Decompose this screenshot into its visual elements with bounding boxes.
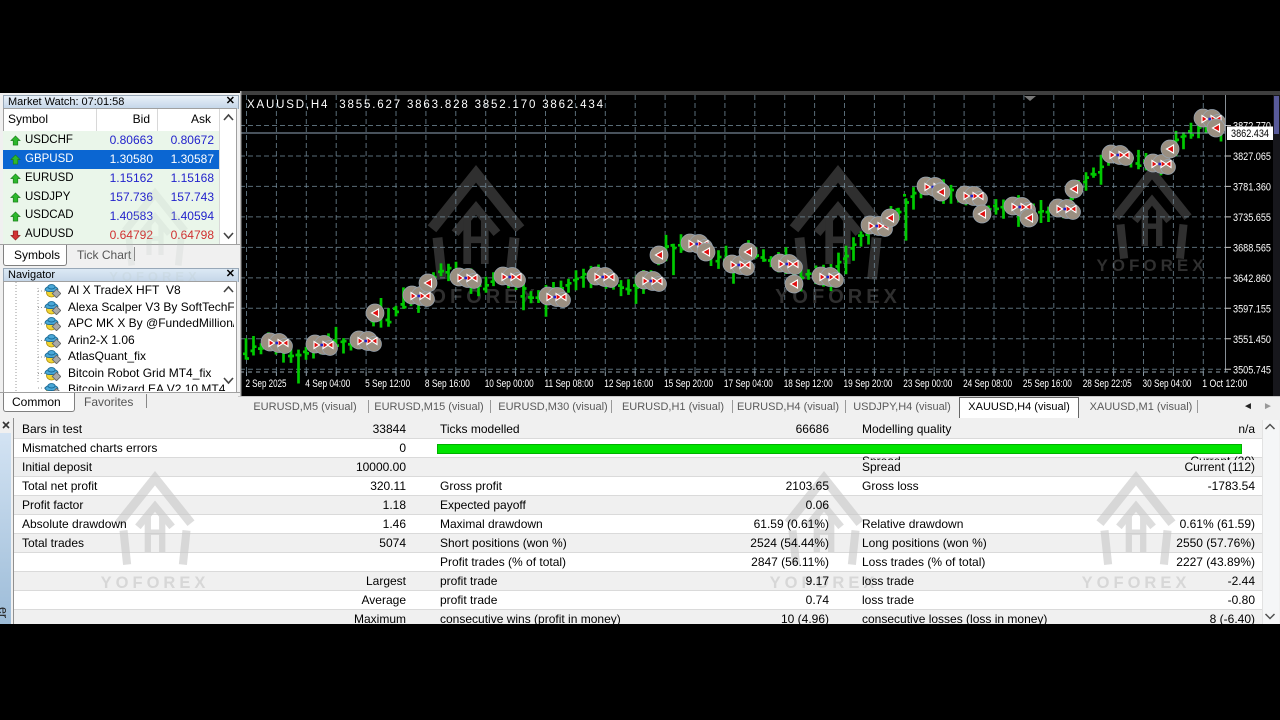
svg-text:YOFOREX: YOFOREX xyxy=(101,574,210,592)
